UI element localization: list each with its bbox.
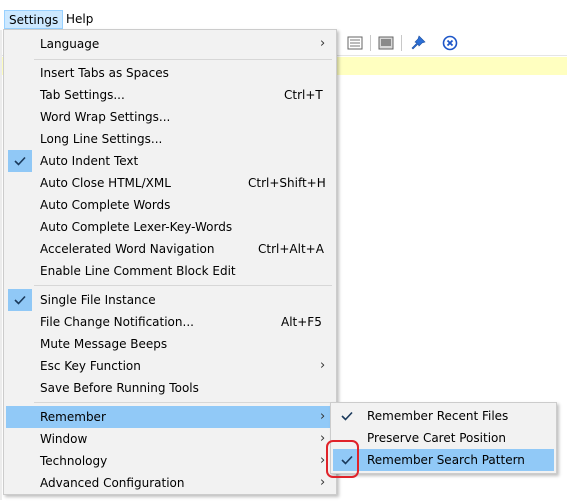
menu-item-label: Auto Complete Words <box>40 198 171 212</box>
chevron-right-icon: › <box>320 36 326 51</box>
menu-help[interactable]: Help <box>62 10 97 29</box>
menu-item-auto-indent[interactable]: Auto Indent Text <box>6 150 334 172</box>
menu-item-label: Remember <box>40 410 106 424</box>
menu-item-mute-beeps[interactable]: Mute Message Beeps <box>6 333 334 355</box>
menu-item-label: Enable Line Comment Block Edit <box>40 264 236 278</box>
menu-item-auto-complete-lexer[interactable]: Auto Complete Lexer-Key-Words <box>6 216 334 238</box>
menu-separator <box>34 402 332 403</box>
remember-submenu: Remember Recent Files Preserve Caret Pos… <box>330 402 557 474</box>
shortcut-label: Ctrl+T <box>284 88 323 102</box>
menu-item-esc-key[interactable]: Esc Key Function › <box>6 355 334 377</box>
chevron-right-icon: › <box>320 358 326 373</box>
menu-item-save-before-tools[interactable]: Save Before Running Tools <box>6 377 334 399</box>
menu-item-insert-tabs[interactable]: Insert Tabs as Spaces <box>6 62 334 84</box>
checkmark-icon <box>335 405 359 427</box>
close-circle-icon[interactable] <box>441 34 459 52</box>
menu-bar: Settings Help <box>0 8 567 30</box>
menu-item-tab-settings[interactable]: Tab Settings... Ctrl+T <box>6 84 334 106</box>
highlight-callout <box>326 440 359 478</box>
menu-item-long-line[interactable]: Long Line Settings... <box>6 128 334 150</box>
toolbar-separator <box>370 35 371 51</box>
menu-item-label: Mute Message Beeps <box>40 337 168 351</box>
menu-item-technology[interactable]: Technology › <box>6 450 334 472</box>
menu-item-label: Auto Close HTML/XML <box>40 176 171 190</box>
settings-menu: Language › Insert Tabs as Spaces Tab Set… <box>3 29 337 495</box>
doc-view-icon[interactable] <box>346 34 364 52</box>
menu-item-word-wrap[interactable]: Word Wrap Settings... <box>6 106 334 128</box>
submenu-item-caret-position[interactable]: Preserve Caret Position <box>333 427 554 449</box>
menu-item-label: Esc Key Function <box>40 359 141 373</box>
menu-settings[interactable]: Settings <box>4 10 64 29</box>
pin-icon[interactable] <box>409 34 427 52</box>
editor-left-edge <box>0 30 2 500</box>
chevron-right-icon: › <box>320 409 326 424</box>
shortcut-label: Alt+F5 <box>281 315 322 329</box>
menu-item-single-instance[interactable]: Single File Instance <box>6 289 334 311</box>
submenu-item-recent-files[interactable]: Remember Recent Files <box>333 405 554 427</box>
menu-separator <box>34 285 332 286</box>
menu-item-label: Language <box>40 37 100 51</box>
menu-item-file-change[interactable]: File Change Notification... Alt+F5 <box>6 311 334 333</box>
menu-item-line-comment[interactable]: Enable Line Comment Block Edit <box>6 260 334 282</box>
menu-item-advanced-config[interactable]: Advanced Configuration › <box>6 472 334 494</box>
chevron-right-icon: › <box>320 431 326 446</box>
menu-item-label: Save Before Running Tools <box>40 381 199 395</box>
checkmark-icon <box>8 150 32 172</box>
menu-item-label: Insert Tabs as Spaces <box>40 66 169 80</box>
image-icon[interactable] <box>377 34 395 52</box>
shortcut-label: Ctrl+Shift+H <box>248 176 326 190</box>
menu-item-label: Preserve Caret Position <box>367 431 506 445</box>
checkmark-icon <box>8 289 32 311</box>
toolbar-separator <box>401 35 402 51</box>
menu-item-remember[interactable]: Remember › <box>6 406 334 428</box>
menu-item-label: Remember Search Pattern <box>367 453 525 467</box>
menu-separator <box>34 59 332 60</box>
menu-item-label: Window <box>40 432 88 446</box>
chevron-right-icon: › <box>320 453 326 468</box>
shortcut-label: Ctrl+Alt+A <box>258 242 324 256</box>
menu-item-auto-close[interactable]: Auto Close HTML/XML Ctrl+Shift+H <box>6 172 334 194</box>
menu-item-label: Advanced Configuration <box>40 476 185 490</box>
menu-item-window[interactable]: Window › <box>6 428 334 450</box>
menu-item-label: Accelerated Word Navigation <box>40 242 215 256</box>
menu-item-label: Single File Instance <box>40 293 156 307</box>
menu-item-label: Tab Settings... <box>40 88 125 102</box>
menu-item-label: File Change Notification... <box>40 315 194 329</box>
menu-item-label: Technology <box>40 454 108 468</box>
menu-item-label: Remember Recent Files <box>367 409 509 423</box>
chevron-right-icon: › <box>320 475 326 490</box>
menu-item-label: Long Line Settings... <box>40 132 163 146</box>
menu-item-language[interactable]: Language › <box>6 33 334 55</box>
menu-item-auto-complete-words[interactable]: Auto Complete Words <box>6 194 334 216</box>
menu-item-label: Auto Indent Text <box>40 154 139 168</box>
menu-item-accelerated-nav[interactable]: Accelerated Word Navigation Ctrl+Alt+A <box>6 238 334 260</box>
menu-item-label: Auto Complete Lexer-Key-Words <box>40 220 233 234</box>
menu-item-label: Word Wrap Settings... <box>40 110 171 124</box>
submenu-item-search-pattern[interactable]: Remember Search Pattern <box>333 449 554 471</box>
